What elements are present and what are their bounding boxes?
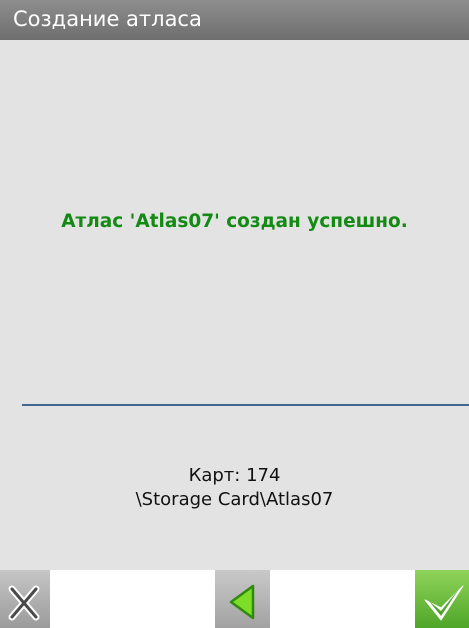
triangle-left-icon (229, 584, 255, 620)
dialog-window: Создание атласа Атлас 'Atlas07' создан у… (0, 0, 469, 628)
ok-button[interactable] (415, 570, 469, 628)
cancel-button[interactable] (0, 570, 50, 628)
atlas-info: Карт: 174 \Storage Card\Atlas07 (0, 464, 469, 512)
window-title: Создание атласа (13, 7, 202, 31)
atlas-path-label: \Storage Card\Atlas07 (135, 489, 334, 510)
success-message: Атлас 'Atlas07' создан успешно. (61, 211, 408, 232)
bottom-toolbar (0, 570, 469, 628)
checkmark-icon (424, 585, 464, 621)
back-button[interactable] (215, 570, 270, 628)
divider-line (22, 404, 469, 406)
close-x-icon (8, 585, 40, 621)
title-bar: Создание атласа (0, 0, 469, 40)
maps-count-label: Карт: 174 (188, 465, 281, 486)
